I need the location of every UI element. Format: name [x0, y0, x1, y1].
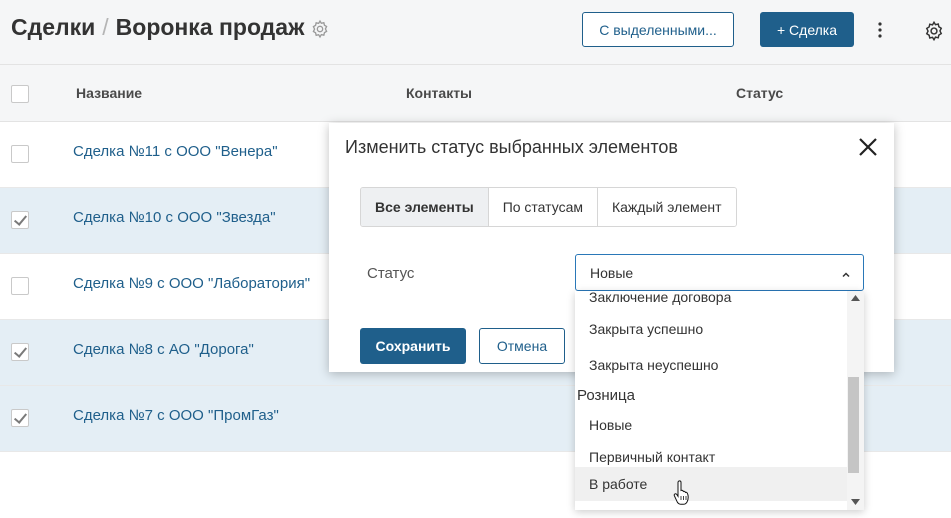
column-header-contacts[interactable]: Контакты — [406, 85, 472, 101]
hand-cursor-icon — [673, 480, 691, 506]
dropdown-option[interactable]: Заключение договора — [575, 291, 847, 312]
scroll-down-arrow-icon[interactable] — [851, 499, 860, 505]
dropdown-option[interactable]: Новые — [575, 410, 847, 440]
row-checkbox[interactable] — [11, 145, 29, 163]
dropdown-group-header: Розница — [577, 386, 635, 404]
save-button[interactable]: Сохранить — [360, 328, 466, 364]
scroll-up-arrow-icon[interactable] — [851, 295, 860, 301]
deal-name-link[interactable]: Сделка №7 с ООО "ПромГаз" — [73, 407, 279, 424]
select-all-checkbox[interactable] — [11, 85, 29, 103]
cancel-button[interactable]: Отмена — [479, 328, 565, 364]
page-title: Воронка продаж — [115, 14, 305, 40]
table-header: Название Контакты Статус — [0, 64, 951, 122]
bulk-actions-button[interactable]: С выделенными... — [582, 12, 734, 47]
chevron-up-icon — [841, 267, 851, 278]
status-dropdown-list: Заключение договора Закрыта успешно Закр… — [575, 291, 864, 510]
dropdown-option[interactable]: Закрыта неуспешно — [575, 350, 847, 380]
column-header-name[interactable]: Название — [76, 85, 142, 101]
tab-by-status[interactable]: По статусам — [488, 188, 598, 226]
add-deal-button[interactable]: + Сделка — [760, 12, 854, 47]
status-select-value: Новые — [590, 265, 634, 281]
breadcrumb-root[interactable]: Сделки — [11, 14, 95, 41]
kebab-icon[interactable] — [871, 18, 889, 42]
page-header: Сделки / Воронка продаж С выделенными...… — [0, 0, 951, 64]
gear-icon[interactable] — [310, 18, 330, 38]
tab-each-element[interactable]: Каждый элемент — [597, 188, 736, 226]
dialog-title: Изменить статус выбранных элементов — [345, 137, 678, 157]
deal-name-link[interactable]: Сделка №11 с ООО "Венера" — [73, 143, 278, 160]
column-header-status[interactable]: Статус — [736, 85, 783, 101]
breadcrumb-separator: / — [102, 14, 109, 40]
breadcrumb: Сделки / Воронка продаж — [11, 14, 330, 41]
dropdown-option-hovered[interactable]: В работе — [575, 467, 847, 501]
status-field-label: Статус — [367, 265, 415, 282]
scrollbar-thumb[interactable] — [848, 377, 859, 473]
dropdown-option[interactable]: Закрыта успешно — [575, 314, 847, 344]
deal-name-link[interactable]: Сделка №9 с ООО "Лаборатория" — [73, 275, 310, 292]
row-checkbox[interactable] — [11, 343, 29, 361]
row-checkbox[interactable] — [11, 409, 29, 427]
tab-all-elements[interactable]: Все элементы — [361, 188, 489, 226]
deal-name-link[interactable]: Сделка №8 с АО "Дорога" — [73, 341, 254, 358]
dropdown-scrollbar[interactable] — [847, 291, 864, 510]
deal-name-link[interactable]: Сделка №10 с ООО "Звезда" — [73, 209, 276, 226]
mode-tabs: Все элементы По статусам Каждый элемент — [360, 187, 737, 227]
close-icon[interactable] — [856, 135, 880, 159]
row-checkbox[interactable] — [11, 211, 29, 229]
status-select[interactable]: Новые — [575, 254, 864, 291]
row-checkbox[interactable] — [11, 277, 29, 295]
settings-gear-icon[interactable] — [923, 20, 945, 42]
